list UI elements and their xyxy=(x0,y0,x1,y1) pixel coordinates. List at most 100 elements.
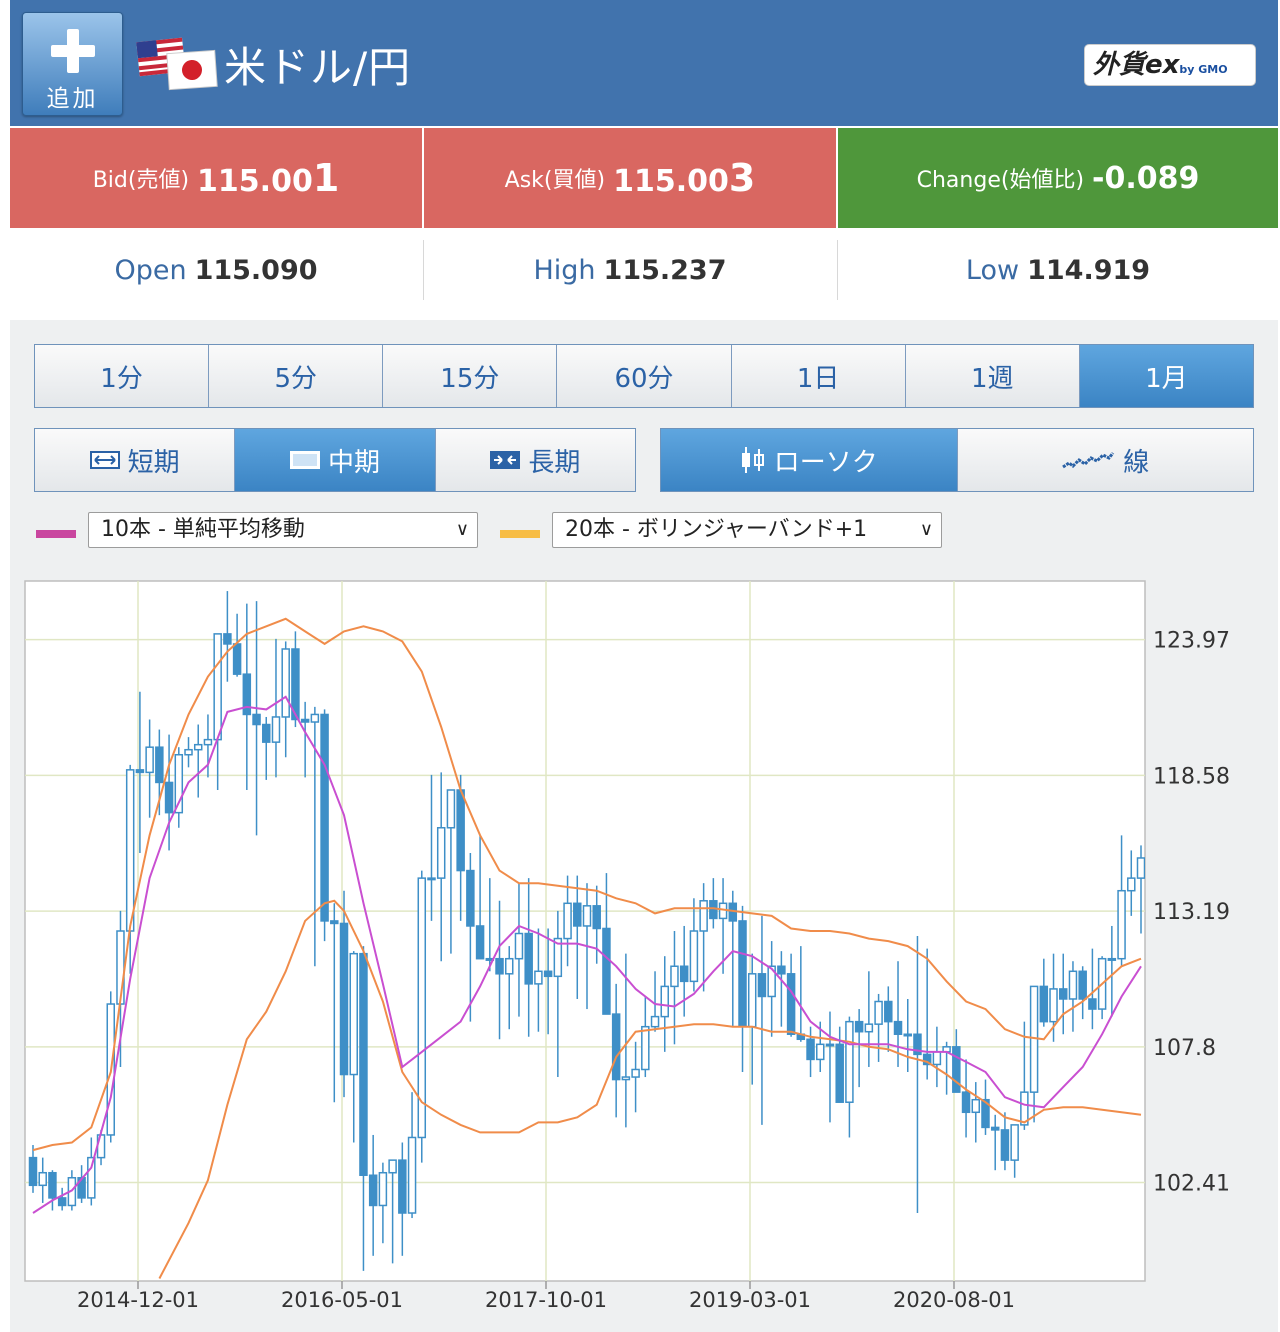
candle-body xyxy=(1078,970,1087,1000)
candle-body xyxy=(223,633,232,645)
x-tick-label: 2014-12-01 xyxy=(77,1288,199,1312)
candle-body xyxy=(378,1171,388,1207)
low-stat: Low 114.919 xyxy=(838,240,1278,300)
candle-body xyxy=(641,1025,650,1071)
indicator1-select[interactable]: 10本 - 単純平均移動 ∨ xyxy=(88,512,478,548)
x-tick-label: 2017-10-01 xyxy=(485,1288,607,1312)
timeframe-tabs: 1分 5分 15分 60分 1日 1週 1月 xyxy=(34,344,1254,408)
period-long-button[interactable]: 長期 xyxy=(435,429,635,491)
candle-body xyxy=(28,1156,38,1187)
band-color-swatch xyxy=(500,530,540,538)
tab-1month[interactable]: 1月 xyxy=(1079,345,1253,407)
candle-body xyxy=(466,869,475,927)
candle-body xyxy=(582,905,592,927)
tab-1min[interactable]: 1分 xyxy=(35,345,210,407)
ask-value: 115.003 xyxy=(613,156,755,200)
candle-body xyxy=(602,927,611,1015)
bid-value-main: 115.00 xyxy=(197,164,313,199)
candle-body xyxy=(504,957,514,975)
candle-body xyxy=(621,1076,631,1081)
period-short-button[interactable]: 短期 xyxy=(35,429,236,491)
ask-label: Ask(買値) xyxy=(504,168,606,193)
high-label: High xyxy=(533,254,596,286)
candle-body xyxy=(786,973,796,1035)
tab-15min[interactable]: 15分 xyxy=(383,345,558,407)
period-short-label: 短期 xyxy=(127,447,180,478)
candle-body xyxy=(87,1156,96,1199)
candle-body xyxy=(534,970,543,985)
y-tick-label: 113.19 xyxy=(1153,900,1230,925)
candle-body xyxy=(38,1171,47,1187)
sma-color-swatch xyxy=(36,530,76,538)
brand-name: 外貨ex xyxy=(1093,50,1180,80)
candle-body xyxy=(281,648,290,718)
candle-type-button[interactable]: ローソク xyxy=(661,429,958,491)
open-stat: Open 115.090 xyxy=(10,240,422,300)
candle-body xyxy=(874,1000,883,1025)
open-label: Open xyxy=(114,254,187,286)
candle-body xyxy=(407,1136,417,1214)
candle-body xyxy=(1039,985,1049,1023)
candle-body xyxy=(184,748,193,756)
line-type-button[interactable]: 線 xyxy=(957,429,1253,491)
bid-value: 115.001 xyxy=(197,156,339,200)
candle-body xyxy=(436,827,446,879)
candle-body xyxy=(757,973,767,998)
candle-body xyxy=(806,1038,815,1061)
high-stat: High 115.237 xyxy=(424,240,836,300)
candle-body xyxy=(699,900,708,932)
x-tick-label: 2016-05-01 xyxy=(281,1288,403,1312)
open-value: 115.090 xyxy=(194,254,318,286)
line-chart-icon xyxy=(1062,452,1115,469)
add-button-label: 追加 xyxy=(46,86,99,112)
tab-60min[interactable]: 60分 xyxy=(557,345,732,407)
brand-logo[interactable]: 外貨exby GMO xyxy=(1084,44,1256,86)
period-mid-button[interactable]: 中期 xyxy=(235,429,436,491)
chevron-down-icon: ∨ xyxy=(919,519,933,540)
page-title: 米ドル/円 xyxy=(224,43,412,92)
candle-body xyxy=(368,1174,378,1207)
low-label: Low xyxy=(965,254,1020,286)
candle-body xyxy=(1107,957,1117,961)
candle-body xyxy=(155,746,164,784)
candle-body xyxy=(125,769,135,932)
bid-box: Bid(売値) 115.001 xyxy=(10,128,422,228)
candle-body xyxy=(135,769,145,774)
candle-body xyxy=(213,633,222,741)
y-tick-label: 107.8 xyxy=(1153,1036,1216,1061)
candle-body xyxy=(747,973,757,1028)
candle-body xyxy=(300,718,310,723)
brand-sub: by GMO xyxy=(1179,63,1228,76)
candle-body xyxy=(1117,889,1126,960)
candle-body xyxy=(330,920,339,925)
candle-body xyxy=(359,952,368,1176)
candle-body xyxy=(456,789,465,872)
candle-body xyxy=(845,1020,854,1103)
tab-1week[interactable]: 1週 xyxy=(905,345,1080,407)
candle-body xyxy=(262,723,271,743)
period-tabs: 短期 中期 長期 xyxy=(34,428,636,492)
candle-body xyxy=(611,1013,621,1081)
candle-body xyxy=(777,965,786,975)
candle-body xyxy=(193,743,203,751)
tab-1day[interactable]: 1日 xyxy=(731,345,906,407)
indicator2-select[interactable]: 20本 - ボリンジャーバンド+1 ∨ xyxy=(552,512,942,548)
candle-body xyxy=(816,1043,825,1061)
candle-body xyxy=(631,1068,640,1078)
candle-body xyxy=(573,902,582,927)
candle-body xyxy=(893,1020,903,1035)
price-chart[interactable]: 123.97 118.58 113.19 107.8 102.41 2014-12-01 2… xyxy=(24,580,1280,1332)
candle-body xyxy=(495,957,504,975)
candle-body xyxy=(203,738,213,746)
period-long-label: 長期 xyxy=(528,447,581,478)
candle-body xyxy=(884,1000,893,1023)
candle-body xyxy=(1010,1124,1019,1161)
candle-body xyxy=(543,970,553,978)
period-mid-label: 中期 xyxy=(327,447,380,478)
tab-5min[interactable]: 5分 xyxy=(209,345,384,407)
window-icon xyxy=(289,451,320,469)
add-button[interactable]: 追加 xyxy=(22,12,123,116)
candle-body xyxy=(252,713,261,726)
candle-body xyxy=(1127,877,1136,892)
candle-body xyxy=(650,1015,660,1028)
